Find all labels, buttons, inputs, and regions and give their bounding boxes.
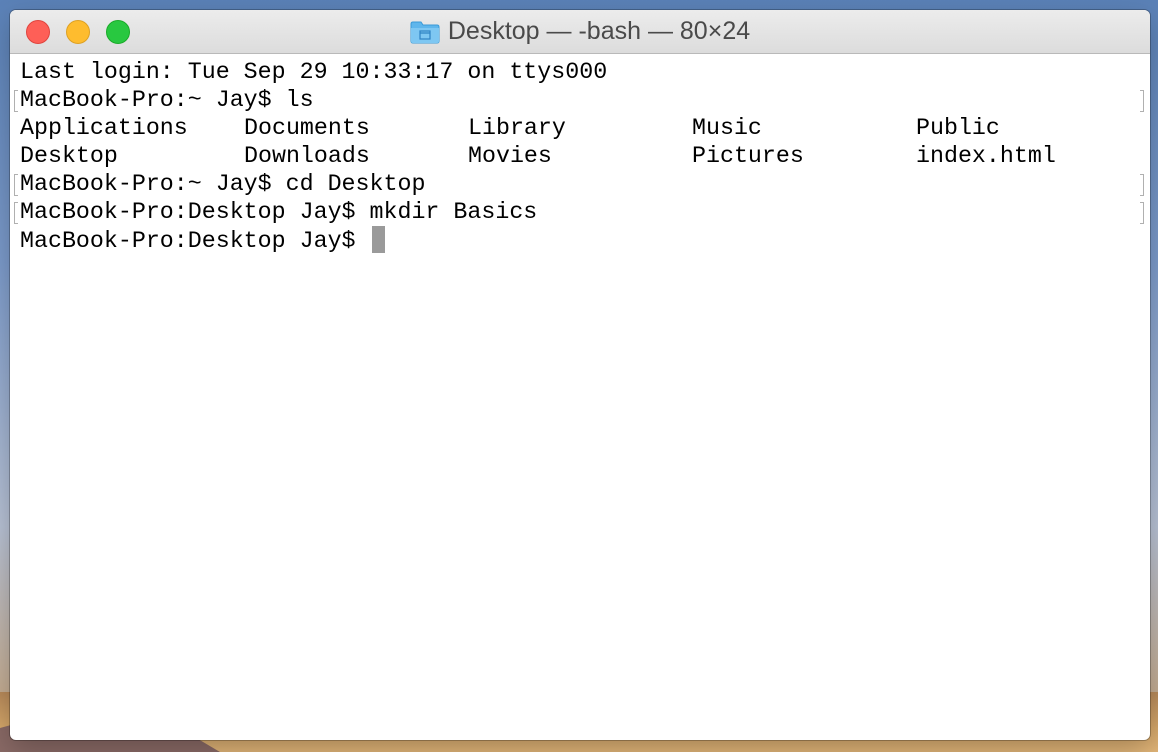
ls-output-row: Desktop Downloads Movies Pictures index.html	[20, 142, 1140, 170]
prompt-line[interactable]: MacBook-Pro:Desktop Jay$	[20, 226, 1140, 254]
text-cursor	[371, 226, 385, 253]
ls-entry: Movies	[468, 143, 552, 169]
command-line: MacBook-Pro:~ Jay$ cd Desktop	[14, 170, 1144, 198]
prompt-text: MacBook-Pro:Desktop Jay$	[20, 228, 370, 254]
last-login-line: Last login: Tue Sep 29 10:33:17 on ttys0…	[20, 59, 608, 85]
ls-entry: Applications	[20, 115, 188, 141]
ls-entry: Desktop	[20, 143, 118, 169]
window-title: Desktop — -bash — 80×24	[447, 17, 751, 45]
title-bar[interactable]: Desktop — -bash — 80×24	[10, 10, 1150, 54]
terminal-window: Desktop — -bash — 80×24 Last login: Tue …	[10, 10, 1150, 740]
ls-entry: Downloads	[244, 143, 370, 169]
ls-entry: Public	[916, 115, 1000, 141]
ls-entry: index.html	[916, 143, 1056, 169]
window-title-area: Desktop — -bash — 80×24	[10, 10, 1150, 53]
ls-entry: Music	[692, 115, 762, 141]
command-line: MacBook-Pro:~ Jay$ ls	[14, 86, 1144, 114]
ls-entry: Library	[468, 115, 566, 141]
ls-output-row: Applications Documents Library Music Public	[20, 114, 1140, 142]
command-line: MacBook-Pro:Desktop Jay$ mkdir Basics	[14, 198, 1144, 226]
ls-entry: Pictures	[692, 143, 804, 169]
folder-icon	[410, 20, 440, 44]
ls-entry: Documents	[244, 115, 370, 141]
terminal-content[interactable]: Last login: Tue Sep 29 10:33:17 on ttys0…	[10, 54, 1150, 740]
